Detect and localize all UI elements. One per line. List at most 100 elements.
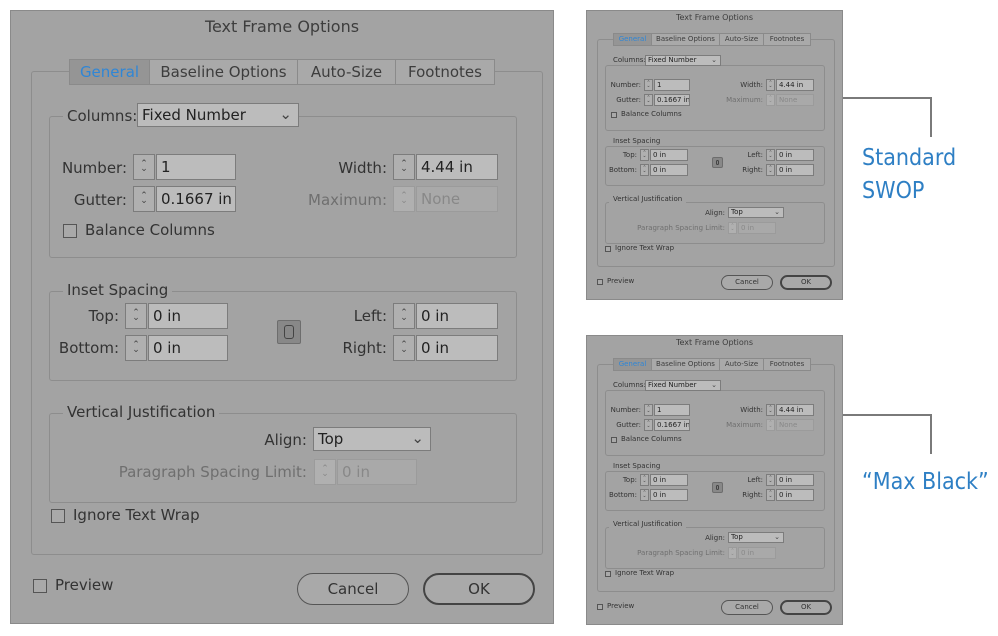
align-select[interactable]: Top ⌄ [728,207,784,218]
bottom-spinner-icon[interactable]: ⌃ ⌄ [640,489,649,501]
gutter-input[interactable]: 0.1667 in [654,94,690,106]
gutter-label: Gutter: [73,191,127,209]
paragraph-spacing-limit-input: 0 in [738,222,776,234]
number-spinner-icon[interactable]: ⌃ ⌄ [644,404,653,416]
vertical-justification-group [49,413,517,503]
gutter-input[interactable]: 0.1667 in [156,186,236,212]
balance-columns-checkbox[interactable] [611,112,617,118]
left-spinner-icon[interactable]: ⌃ ⌄ [766,474,775,486]
top-label: Top: [622,476,637,484]
ignore-text-wrap-checkbox[interactable] [605,246,611,252]
chain-link-icon[interactable] [277,320,301,344]
gutter-input[interactable]: 0.1667 in [654,419,690,431]
tab-auto-size[interactable]: Auto-Size [720,34,764,45]
tab-general[interactable]: General [614,359,652,370]
right-input[interactable]: 0 in [776,489,814,501]
tab-bar: General Baseline Options Auto-Size Footn… [69,59,495,85]
top-input[interactable]: 0 in [148,303,228,329]
number-input[interactable]: 1 [156,154,236,180]
columns-select-value: Fixed Number [648,381,697,389]
number-spinner-icon[interactable]: ⌃ ⌄ [644,79,653,91]
align-select-value: Top [731,208,743,216]
columns-select[interactable]: Fixed Number ⌄ [137,103,299,127]
chain-link-icon[interactable] [712,482,723,493]
tab-footnotes[interactable]: Footnotes [764,34,810,45]
tab-general[interactable]: General [70,60,150,84]
align-select[interactable]: Top ⌄ [728,532,784,543]
gutter-spinner-icon[interactable]: ⌃ ⌄ [644,419,653,431]
align-select[interactable]: Top ⌄ [313,427,431,451]
top-label: Top: [88,307,119,325]
cancel-button[interactable]: Cancel [721,275,773,290]
bottom-input[interactable]: 0 in [650,164,688,176]
columns-label: Columns: [63,107,142,125]
ignore-text-wrap-checkbox[interactable] [605,571,611,577]
bottom-input[interactable]: 0 in [650,489,688,501]
bottom-spinner-icon[interactable]: ⌃ ⌄ [640,164,649,176]
left-input[interactable]: 0 in [776,149,814,161]
left-spinner-icon[interactable]: ⌃ ⌄ [393,303,415,329]
right-spinner-icon[interactable]: ⌃ ⌄ [393,335,415,361]
balance-columns-checkbox[interactable] [611,437,617,443]
width-spinner-icon[interactable]: ⌃ ⌄ [766,79,775,91]
number-spinner-icon[interactable]: ⌃ ⌄ [133,154,155,180]
top-input[interactable]: 0 in [650,474,688,486]
left-input[interactable]: 0 in [416,303,498,329]
ignore-text-wrap-checkbox[interactable] [51,509,65,523]
tab-baseline-options[interactable]: Baseline Options [150,60,298,84]
columns-select[interactable]: Fixed Number ⌄ [645,380,721,391]
chevron-down-icon: ⌄ [411,428,424,447]
tab-footnotes[interactable]: Footnotes [396,60,494,84]
number-input[interactable]: 1 [654,79,690,91]
balance-columns-label: Balance Columns [621,110,682,118]
callout-standard-line-1: Standard [862,145,957,171]
balance-columns-checkbox[interactable] [63,224,77,238]
tab-footnotes[interactable]: Footnotes [764,359,810,370]
tab-auto-size[interactable]: Auto-Size [720,359,764,370]
preview-checkbox[interactable] [597,279,603,285]
tab-auto-size[interactable]: Auto-Size [298,60,396,84]
callout-standard-line-2: SWOP [862,178,925,204]
gutter-spinner-icon[interactable]: ⌃ ⌄ [133,186,155,212]
number-input[interactable]: 1 [654,404,690,416]
width-input[interactable]: 4.44 in [416,154,498,180]
bottom-input[interactable]: 0 in [148,335,228,361]
width-spinner-icon[interactable]: ⌃ ⌄ [766,404,775,416]
chain-link-icon[interactable] [712,157,723,168]
width-input[interactable]: 4.44 in [776,79,814,91]
bottom-spinner-icon[interactable]: ⌃ ⌄ [125,335,147,361]
tab-general[interactable]: General [614,34,652,45]
right-spinner-icon[interactable]: ⌃ ⌄ [766,489,775,501]
width-input[interactable]: 4.44 in [776,404,814,416]
width-spinner-icon[interactable]: ⌃ ⌄ [393,154,415,180]
columns-select[interactable]: Fixed Number ⌄ [645,55,721,66]
cancel-button[interactable]: Cancel [297,573,409,605]
right-spinner-icon[interactable]: ⌃ ⌄ [766,164,775,176]
number-label: Number: [610,406,641,414]
ignore-text-wrap-label: Ignore Text Wrap [615,569,675,577]
right-input[interactable]: 0 in [416,335,498,361]
dialog-title: Text Frame Options [204,17,360,36]
ok-button[interactable]: OK [780,600,832,615]
left-input[interactable]: 0 in [776,474,814,486]
tab-baseline-options[interactable]: Baseline Options [652,34,720,45]
top-input[interactable]: 0 in [650,149,688,161]
balance-columns-label: Balance Columns [621,435,682,443]
gutter-spinner-icon[interactable]: ⌃ ⌄ [644,94,653,106]
cancel-button[interactable]: Cancel [721,600,773,615]
columns-label: Columns: [609,56,650,64]
callout-line-1-vertical [930,97,932,137]
right-input[interactable]: 0 in [776,164,814,176]
top-spinner-icon[interactable]: ⌃ ⌄ [640,149,649,161]
left-spinner-icon[interactable]: ⌃ ⌄ [766,149,775,161]
paragraph-spacing-limit-label: Paragraph Spacing Limit: [637,224,725,232]
preview-checkbox[interactable] [33,579,47,593]
tab-baseline-options[interactable]: Baseline Options [652,359,720,370]
chevron-down-icon: ⌄ [711,55,717,64]
ignore-text-wrap-label: Ignore Text Wrap [615,244,675,252]
ok-button[interactable]: OK [780,275,832,290]
top-spinner-icon[interactable]: ⌃ ⌄ [125,303,147,329]
preview-checkbox[interactable] [597,604,603,610]
ok-button[interactable]: OK [423,573,535,605]
top-spinner-icon[interactable]: ⌃ ⌄ [640,474,649,486]
